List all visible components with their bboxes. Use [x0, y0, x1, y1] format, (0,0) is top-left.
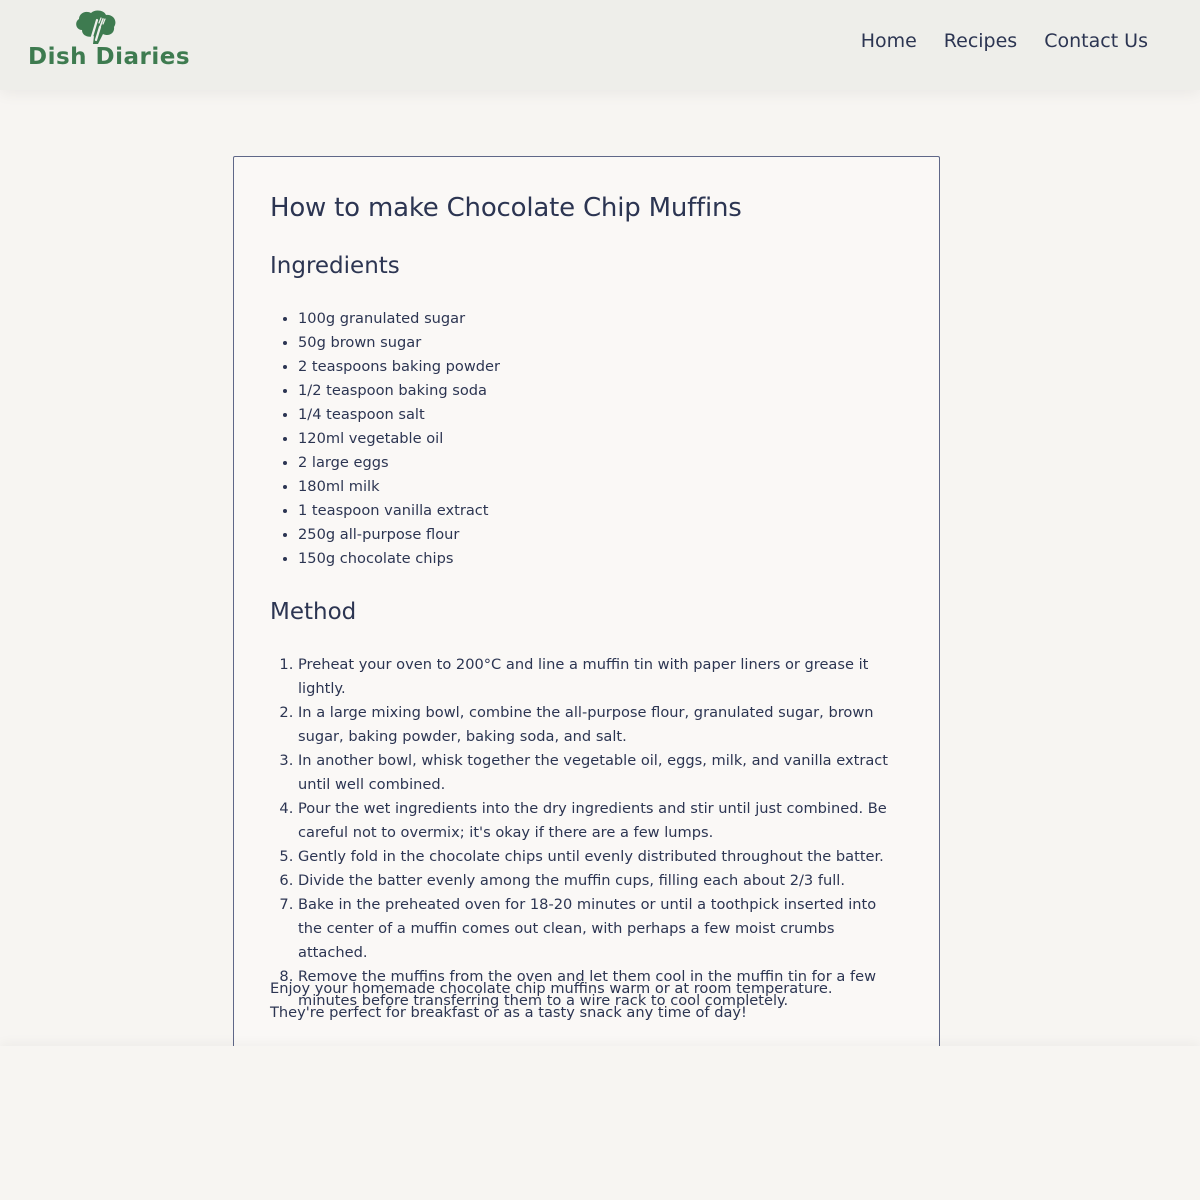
logo-wordmark: Dish Diaries: [28, 44, 191, 70]
method-step: In another bowl, whisk together the vege…: [298, 749, 892, 797]
method-heading: Method: [270, 599, 357, 625]
nav-contact-link[interactable]: Contact Us: [1044, 30, 1148, 52]
ingredient-item: 1 teaspoon vanilla extract: [298, 499, 500, 523]
site-header: Dish Diaries Home Recipes Contact Us: [0, 0, 1200, 90]
ingredient-item: 250g all-purpose flour: [298, 523, 500, 547]
method-step: Pour the wet ingredients into the dry in…: [298, 797, 892, 845]
ingredient-item: 100g granulated sugar: [298, 307, 500, 331]
ingredient-item: 1/2 teaspoon baking soda: [298, 379, 500, 403]
ingredient-item: 120ml vegetable oil: [298, 427, 500, 451]
recipe-title: How to make Chocolate Chip Muffins: [270, 193, 742, 223]
ingredients-heading: Ingredients: [270, 253, 400, 279]
ingredient-item: 1/4 teaspoon salt: [298, 403, 500, 427]
ingredients-list: 100g granulated sugar 50g brown sugar 2 …: [270, 307, 500, 571]
ingredient-item: 50g brown sugar: [298, 331, 500, 355]
nav-home-link[interactable]: Home: [861, 30, 917, 52]
page-footer-area: [0, 1046, 1200, 1200]
ingredient-item: 2 teaspoons baking powder: [298, 355, 500, 379]
nav-recipes-link[interactable]: Recipes: [944, 30, 1017, 52]
site-logo[interactable]: Dish Diaries: [28, 10, 191, 76]
recipe-card: How to make Chocolate Chip Muffins Ingre…: [233, 156, 940, 1046]
ingredient-item: 150g chocolate chips: [298, 547, 500, 571]
method-step: Preheat your oven to 200°C and line a mu…: [298, 653, 892, 701]
closing-paragraph: Enjoy your homemade chocolate chip muffi…: [270, 980, 833, 1021]
main-nav: Home Recipes Contact Us: [861, 30, 1148, 52]
method-step: Divide the batter evenly among the muffi…: [298, 869, 892, 893]
method-steps-list: Preheat your oven to 200°C and line a mu…: [270, 653, 892, 1013]
broccoli-fork-logo-icon: [76, 10, 116, 44]
method-step: Bake in the preheated oven for 18-20 min…: [298, 893, 892, 965]
ingredient-item: 2 large eggs: [298, 451, 500, 475]
method-step: In a large mixing bowl, combine the all-…: [298, 701, 892, 749]
ingredient-item: 180ml milk: [298, 475, 500, 499]
method-step: Gently fold in the chocolate chips until…: [298, 845, 892, 869]
